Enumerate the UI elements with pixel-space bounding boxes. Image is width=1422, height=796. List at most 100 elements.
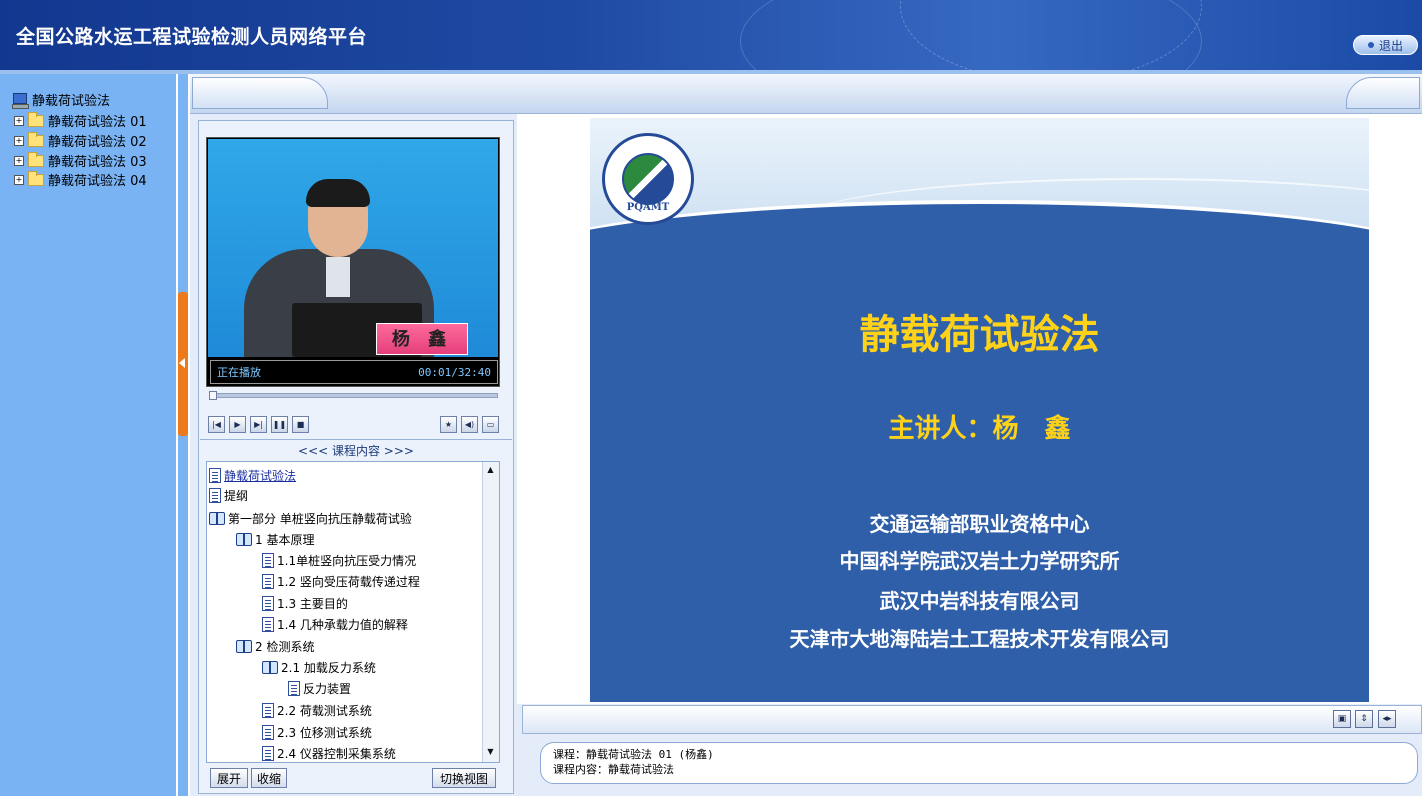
slide-organization: 天津市大地海陆岩土工程技术开发有限公司 (789, 627, 1170, 651)
left-right-icon: ◂▸ (1382, 714, 1392, 724)
folder-icon (28, 111, 44, 127)
tree-node[interactable]: + 静载荷试验法 01 (14, 111, 147, 130)
playback-status: 正在播放 (217, 366, 261, 379)
video-screen[interactable]: 杨 鑫 (208, 139, 498, 357)
collapse-all-button[interactable]: 收缩 (251, 768, 287, 788)
collapse-sidebar-handle[interactable] (178, 292, 188, 436)
outline-item[interactable]: 1.1单桩竖向抗压受力情况 (262, 552, 416, 569)
fullscreen-button[interactable]: ▭ (482, 416, 499, 433)
next-button[interactable]: ▶| (250, 416, 267, 433)
window-mode-button[interactable]: ▣ (1333, 710, 1351, 728)
outline-item[interactable]: 2.3 位移测试系统 (262, 724, 372, 741)
outline-item-label: 静载荷试验法 (224, 469, 297, 483)
horizontal-resize-button[interactable]: ◂▸ (1378, 710, 1396, 728)
seek-bar[interactable] (210, 393, 498, 398)
volume-button[interactable]: ◀) (461, 416, 478, 433)
outline-item[interactable]: 1 基本原理 (236, 531, 314, 548)
tab-right[interactable] (1346, 77, 1420, 109)
vertical-resize-button[interactable]: ⇕ (1355, 710, 1373, 728)
folder-icon (28, 131, 44, 147)
favorite-button[interactable]: ★ (440, 416, 457, 433)
bullet-icon (1367, 42, 1374, 48)
outline-item-label: 2 检测系统 (255, 640, 315, 654)
outline-item[interactable]: 静载荷试验法 (209, 467, 296, 484)
stop-button[interactable]: ■ (292, 416, 309, 433)
outline-item-label: 提纲 (224, 489, 249, 503)
document-icon (209, 488, 221, 503)
outline-item-label: 1.1单桩竖向抗压受力情况 (277, 554, 417, 568)
document-icon (262, 617, 274, 632)
document-icon (262, 703, 274, 718)
logout-button[interactable]: 退出 (1353, 35, 1418, 55)
document-icon (262, 596, 274, 611)
tree-node-label: 静载荷试验法 03 (48, 155, 147, 170)
expand-all-button[interactable]: 展开 (210, 768, 248, 788)
site-title: 全国公路水运工程试验检测人员网络平台 (16, 26, 368, 48)
document-icon (262, 574, 274, 589)
book-icon (209, 512, 225, 525)
slide-organization: 中国科学院武汉岩土力学研究所 (839, 549, 1120, 573)
screen-icon: ▭ (486, 420, 495, 429)
scroll-down-icon[interactable]: ▼ (485, 746, 496, 758)
tree-node[interactable]: + 静载荷试验法 02 (14, 131, 147, 150)
document-icon (262, 553, 274, 568)
tree-node[interactable]: + 静载荷试验法 03 (14, 151, 147, 170)
expand-plus-icon[interactable]: + (14, 135, 24, 146)
book-icon (236, 533, 252, 546)
document-icon (209, 468, 221, 483)
outline-item[interactable]: 第一部分 单桩竖向抗压静载荷试验 (209, 510, 412, 527)
slide-toolbar (522, 705, 1422, 734)
outline-item-label: 2.4 仪器控制采集系统 (277, 747, 396, 761)
document-icon (262, 746, 274, 761)
expand-plus-icon[interactable]: + (14, 174, 24, 185)
playback-status-bar: 正在播放 00:01/32:40 (210, 360, 498, 384)
tree-root[interactable]: 静载荷试验法 (12, 90, 110, 109)
outline-item-label: 1.2 竖向受压荷载传递过程 (277, 575, 420, 589)
outline-item-label: 2.3 位移测试系统 (277, 726, 372, 740)
outline-item[interactable]: 2.4 仪器控制采集系统 (262, 745, 396, 762)
playback-time: 00:01/32:40 (418, 365, 491, 379)
play-icon: ▶ (234, 420, 241, 429)
outline-item[interactable]: 2 检测系统 (236, 638, 314, 655)
tree-node-label: 静载荷试验法 01 (48, 115, 147, 130)
expand-plus-icon[interactable]: + (14, 155, 24, 166)
outline-item[interactable]: 2.2 荷载测试系统 (262, 702, 372, 719)
seek-handle[interactable] (209, 391, 217, 400)
slide-presenter: 主讲人：杨 鑫 (888, 414, 1071, 444)
switch-view-button[interactable]: 切换视图 (432, 768, 496, 788)
document-icon (288, 681, 300, 696)
speaker-hair (306, 179, 370, 207)
tab-left[interactable] (192, 77, 328, 109)
outline-title: <<< 课程内容 >>> (298, 444, 414, 458)
outline-item[interactable]: 反力装置 (288, 680, 351, 697)
divider (200, 439, 512, 440)
outline-item-label: 1 基本原理 (255, 533, 315, 547)
outline-item-label: 反力装置 (303, 682, 352, 696)
play-button[interactable]: ▶ (229, 416, 246, 433)
skip-forward-icon: ▶| (254, 420, 263, 429)
slide-organization: 武汉中岩科技有限公司 (879, 589, 1080, 613)
outline-scrollbar[interactable]: ▲ ▼ (482, 462, 499, 762)
outline-item[interactable]: 提纲 (209, 487, 248, 504)
outline-item-label: 1.3 主要目的 (277, 597, 348, 611)
up-down-icon: ⇕ (1360, 714, 1368, 724)
scroll-up-icon[interactable]: ▲ (485, 464, 496, 476)
logout-label: 退出 (1378, 38, 1403, 53)
tree-root-label: 静载荷试验法 (32, 94, 111, 109)
tree-node-label: 静载荷试验法 02 (48, 135, 147, 150)
outline-item[interactable]: 1.2 竖向受压荷载传递过程 (262, 573, 420, 590)
pause-button[interactable]: ❚❚ (271, 416, 288, 433)
outline-item[interactable]: 1.3 主要目的 (262, 595, 348, 612)
outline-item[interactable]: 2.1 加载反力系统 (262, 659, 376, 676)
course-info-box: 课程：静载荷试验法 01 (杨鑫) 课程内容：静载荷试验法 (540, 742, 1418, 784)
tree-node[interactable]: + 静载荷试验法 04 (14, 170, 147, 189)
book-icon (262, 661, 278, 674)
slide-title: 静载荷试验法 (859, 312, 1100, 358)
tree-node-label: 静载荷试验法 04 (48, 174, 147, 189)
previous-button[interactable]: |◀ (208, 416, 225, 433)
outline-item-label: 2.2 荷载测试系统 (277, 704, 372, 718)
outline-item-label: 2.1 加载反力系统 (281, 661, 376, 675)
speaker-shirt (326, 257, 350, 297)
outline-item[interactable]: 1.4 几种承载力值的解释 (262, 616, 408, 633)
expand-plus-icon[interactable]: + (14, 115, 24, 126)
